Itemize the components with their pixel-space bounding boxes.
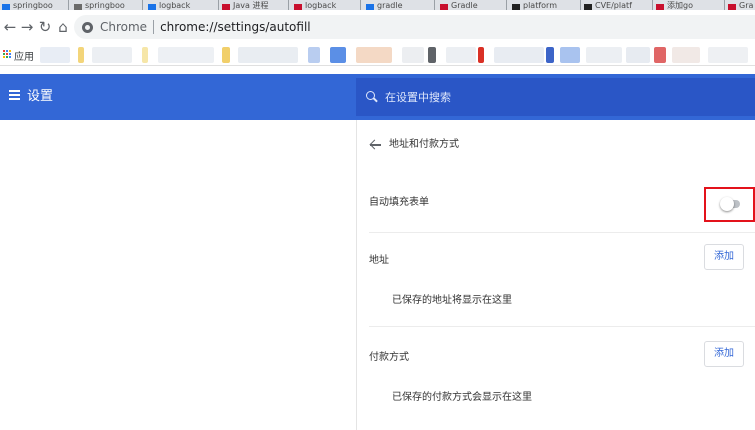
subpage-header: 地址和付款方式 [357,120,755,170]
bookmark-item[interactable] [546,47,554,63]
tab-title: springboo [85,1,125,10]
bookmark-item[interactable] [708,47,748,63]
omnibox-url[interactable]: chrome://settings/autofill [160,20,311,34]
apps-shortcut-label[interactable]: 应用 [14,48,34,63]
home-icon[interactable]: ⌂ [55,19,71,35]
arrow-left-icon[interactable] [369,138,383,152]
autofill-settings-card: 地址和付款方式 自动填充表单 地址 添加 已保存的地址将显示在这里 付款方式 添… [356,120,755,430]
chrome-icon [82,21,93,33]
bookmark-item[interactable] [654,47,666,63]
bookmark-item[interactable] [586,47,622,63]
bookmark-item[interactable] [308,47,320,63]
settings-sidebar-area [0,120,356,430]
browser-tab[interactable]: gradle [366,0,430,10]
browser-tab[interactable]: springboo [74,0,134,10]
reload-icon[interactable]: ↻ [37,19,53,35]
add-address-button[interactable]: 添加 [704,244,744,270]
payments-label: 付款方式 [369,352,409,363]
bookmark-item[interactable] [142,47,148,63]
section-title: 地址和付款方式 [389,139,459,150]
bookmark-item[interactable] [478,47,484,63]
add-payment-button[interactable]: 添加 [704,341,744,367]
bookmark-item[interactable] [92,47,132,63]
divider [369,232,755,233]
tab-title: Gradle [451,1,478,10]
bookmarks-bar: 应用 [0,44,755,66]
tab-title: gradle [377,1,403,10]
browser-tab[interactable]: Gradle [440,0,504,10]
bookmark-item[interactable] [40,47,70,63]
tab-title: CVE/platf [595,1,632,10]
bookmark-item[interactable] [222,47,230,63]
browser-tab[interactable]: logback [294,0,354,10]
divider [369,326,755,327]
search-placeholder: 在设置中搜索 [385,91,451,104]
settings-header: 设置 [0,74,356,120]
tab-title: Gra [739,1,754,10]
tab-title: Java 进程 [233,1,269,10]
tab-title: logback [305,1,337,10]
bookmark-item[interactable] [330,47,346,63]
omnibox-chip: Chrome [100,20,148,34]
browser-tab[interactable]: platform [512,0,578,10]
search-input[interactable]: 在设置中搜索 [356,78,755,116]
bookmark-item[interactable] [428,47,436,63]
apps-grid-icon[interactable] [3,50,12,59]
tab-title: logback [159,1,191,10]
bookmark-item[interactable] [626,47,650,63]
bookmark-item[interactable] [78,47,84,63]
payments-empty-text: 已保存的付款方式会显示在这里 [392,392,532,403]
page-title: 设置 [27,89,54,104]
autofill-toggle[interactable] [720,197,742,211]
bookmark-item[interactable] [238,47,298,63]
search-icon [366,91,378,103]
browser-tab[interactable]: CVE/platf [584,0,650,10]
browser-tab[interactable]: Java 进程 [222,0,284,10]
arrow-left-icon[interactable]: ← [2,19,18,35]
settings-search-area: 在设置中搜索 [356,74,755,120]
omnibox-divider [153,20,155,34]
bookmark-item[interactable] [356,47,392,63]
browser-tab[interactable]: 添加go [656,0,722,10]
toggle-knob [720,197,734,211]
tab-title: springboo [13,1,53,10]
bookmark-item[interactable] [672,47,700,63]
hamburger-menu-icon[interactable] [9,90,20,100]
address-bar[interactable]: Chrome chrome://settings/autofill [74,15,755,39]
bookmark-item[interactable] [494,47,544,63]
tab-strip: springboo springboo logback Java 进程 logb… [0,0,755,10]
tab-title: platform [523,1,557,10]
bookmark-item[interactable] [446,47,476,63]
bookmark-item[interactable] [560,47,580,63]
arrow-right-icon[interactable]: → [19,19,35,35]
browser-toolbar: ← → ↻ ⌂ Chrome chrome://settings/autofil… [0,10,755,44]
bookmark-item[interactable] [402,47,424,63]
addresses-empty-text: 已保存的地址将显示在这里 [392,295,512,306]
tab-title: 添加go [667,1,693,10]
browser-tab[interactable]: logback [148,0,210,10]
browser-tab[interactable]: springboo [2,0,64,10]
browser-tab[interactable]: Gra [728,0,755,10]
bookmark-item[interactable] [158,47,214,63]
addresses-label: 地址 [369,255,389,266]
autofill-toggle-label: 自动填充表单 [369,197,429,208]
